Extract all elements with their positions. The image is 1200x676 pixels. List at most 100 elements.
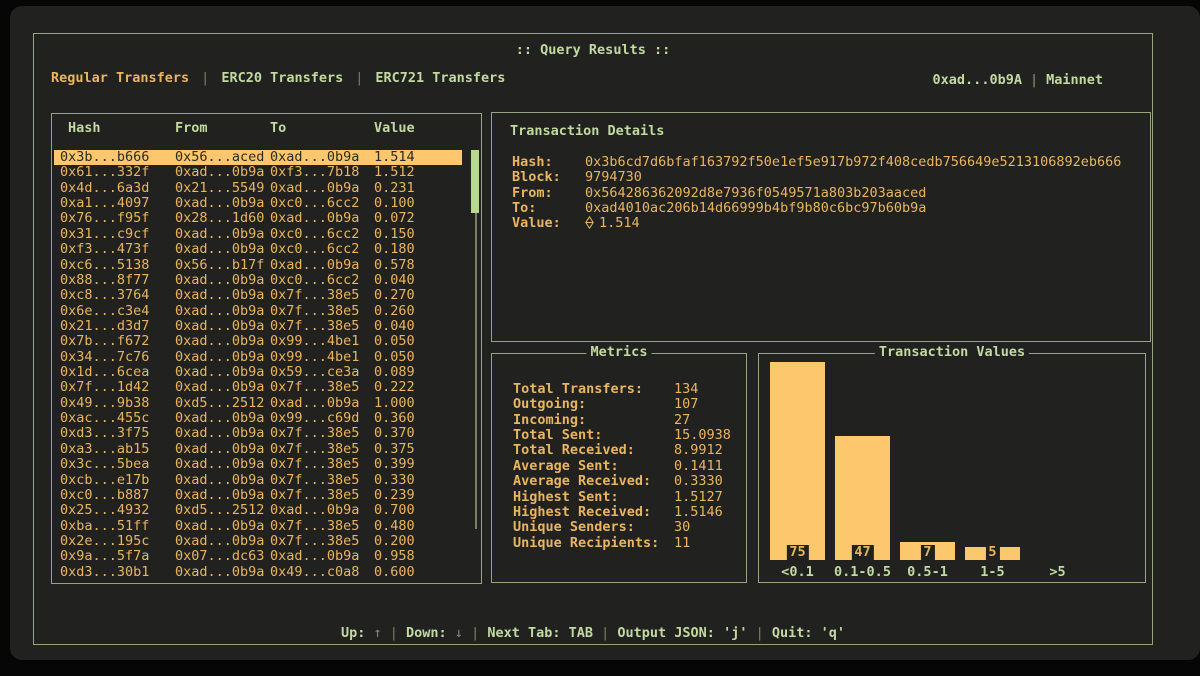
metric-label: Average Received: (513, 474, 651, 489)
metric-value: 1.5127 (674, 490, 723, 505)
x-axis-label: 0.1-0.5 (834, 565, 891, 580)
cell-value: 0.100 (374, 196, 415, 211)
metric-total-sent: Total Sent:15.0938 (513, 428, 740, 443)
tab-bar: Regular Transfers | ERC20 Transfers | ERC721… (51, 71, 505, 86)
table-row[interactable]: 0xa1...40970xad...0b9a0xc0...6cc20.100 (54, 196, 462, 211)
cell-hash: 0xba...51ff (60, 519, 149, 534)
details-fields: Hash:0x3b6cd7d6bfaf163792f50e1ef5e917b97… (512, 155, 1140, 232)
cell-from: 0xad...0b9a (175, 365, 264, 380)
cell-to: 0x7f...38e5 (270, 288, 359, 303)
cell-value: 0.600 (374, 565, 415, 580)
footer-key-output-json: 'j' (723, 625, 747, 641)
metric-value: 11 (674, 536, 690, 551)
table-row[interactable]: 0x25...49320xd5...25120xad...0b9a0.700 (54, 503, 462, 518)
table-row[interactable]: 0x76...f95f0x28...1d600xad...0b9a0.072 (54, 211, 462, 226)
table-row[interactable]: 0x4d...6a3d0x21...55490xad...0b9a0.231 (54, 181, 462, 196)
table-row[interactable]: 0x7b...f6720xad...0b9a0x99...4be10.050 (54, 334, 462, 349)
table-row[interactable]: 0x31...c9cf0xad...0b9a0xc0...6cc20.150 (54, 227, 462, 242)
footer-hint-quit: Quit: (772, 625, 821, 641)
transfers-table-panel: HashFromToValue 0x3b...b6660x56...aced0x… (51, 113, 482, 584)
cell-value: 0.399 (374, 457, 415, 472)
footer-hint-down: Down: (406, 625, 455, 641)
table-row[interactable]: 0xac...455c0xad...0b9a0x99...c69d0.360 (54, 411, 462, 426)
transaction-details-panel: Transaction Details Hash:0x3b6cd7d6bfaf1… (491, 112, 1151, 342)
table-row[interactable]: 0x3c...5bea0xad...0b9a0x7f...38e50.399 (54, 457, 462, 472)
tab-erc20-transfers[interactable]: ERC20 Transfers (221, 71, 343, 86)
table-row[interactable]: 0x49...9b380xd5...25120xad...0b9a1.000 (54, 396, 462, 411)
cell-value: 1.514 (374, 150, 415, 165)
table-row[interactable]: 0x2e...195c0xad...0b9a0x7f...38e50.200 (54, 534, 462, 549)
cell-to: 0x7f...38e5 (270, 304, 359, 319)
tab-regular-transfers[interactable]: Regular Transfers (51, 71, 189, 86)
metric-value: 30 (674, 520, 690, 535)
metric-label: Unique Senders: (513, 520, 635, 535)
tab-separator: | (355, 71, 363, 86)
cell-from: 0xad...0b9a (175, 488, 264, 503)
table-row[interactable]: 0x21...d3d70xad...0b9a0x7f...38e50.040 (54, 319, 462, 334)
page-title: :: Query Results :: (34, 43, 1152, 58)
metric-value: 0.3330 (674, 474, 723, 489)
table-row[interactable]: 0x7f...1d420xad...0b9a0x7f...38e50.222 (54, 380, 462, 395)
cell-from: 0xad...0b9a (175, 319, 264, 334)
cell-hash: 0x3c...5bea (60, 457, 149, 472)
keyboard-hints-bar: Up: ↑ | Down: ↓ | Next Tab: TAB | Output… (34, 626, 1152, 641)
cell-to: 0xad...0b9a (270, 181, 359, 196)
table-row[interactable]: 0x34...7c760xad...0b9a0x99...4be10.050 (54, 350, 462, 365)
cell-from: 0x56...b17f (175, 258, 264, 273)
table-rows: 0x3b...b6660x56...aced0xad...0b9a1.5140x… (54, 150, 462, 580)
scrollbar-thumb[interactable] (471, 150, 479, 213)
cell-hash: 0xc8...3764 (60, 288, 149, 303)
table-row[interactable]: 0xd3...3f750xad...0b9a0x7f...38e50.370 (54, 426, 462, 441)
bar-value-label: 47 (851, 545, 873, 560)
tab-separator: | (201, 71, 209, 86)
metrics-panel: Metrics Total Transfers:134Outgoing:107I… (491, 353, 747, 583)
cell-from: 0xad...0b9a (175, 565, 264, 580)
footer-key-quit: 'q' (821, 625, 845, 641)
table-row[interactable]: 0x61...332f0xad...0b9a0xf3...7b181.512 (54, 165, 462, 180)
cell-to: 0xf3...7b18 (270, 165, 359, 180)
table-row[interactable]: 0xf3...473f0xad...0b9a0xc0...6cc20.180 (54, 242, 462, 257)
table-row[interactable]: 0x3b...b6660x56...aced0xad...0b9a1.514 (54, 150, 462, 165)
cell-to: 0x7f...38e5 (270, 534, 359, 549)
table-row[interactable]: 0xc6...51380x56...b17f0xad...0b9a0.578 (54, 258, 462, 273)
table-row[interactable]: 0xa3...ab150xad...0b9a0x7f...38e50.375 (54, 442, 462, 457)
metric-value: 134 (674, 382, 698, 397)
cell-value: 0.050 (374, 350, 415, 365)
footer-separator: | (593, 625, 617, 641)
cell-from: 0xad...0b9a (175, 457, 264, 472)
bar-0-1 (770, 362, 825, 560)
table-row[interactable]: 0xba...51ff0xad...0b9a0x7f...38e50.480 (54, 519, 462, 534)
table-row[interactable]: 0xcb...e17b0xad...0b9a0x7f...38e50.330 (54, 473, 462, 488)
cell-hash: 0xc0...b887 (60, 488, 149, 503)
table-row[interactable]: 0xc8...37640xad...0b9a0x7f...38e50.270 (54, 288, 462, 303)
cell-from: 0xad...0b9a (175, 288, 264, 303)
footer-key-next-tab: TAB (569, 625, 593, 641)
table-row[interactable]: 0x6e...c3e40xad...0b9a0x7f...38e50.260 (54, 304, 462, 319)
metric-label: Outgoing: (513, 397, 586, 412)
cell-value: 0.700 (374, 503, 415, 518)
table-row[interactable]: 0x1d...6cea0xad...0b9a0x59...ce3a0.089 (54, 365, 462, 380)
cell-from: 0xad...0b9a (175, 227, 264, 242)
cell-to: 0x7f...38e5 (270, 380, 359, 395)
detail-label: Block: (512, 170, 561, 185)
table-row[interactable]: 0x88...8f770xad...0b9a0xc0...6cc20.040 (54, 273, 462, 288)
cell-hash: 0xac...455c (60, 411, 149, 426)
metric-label: Total Transfers: (513, 382, 643, 397)
cell-to: 0x49...c0a8 (270, 565, 359, 580)
cell-hash: 0x61...332f (60, 165, 149, 180)
table-row[interactable]: 0xc0...b8870xad...0b9a0x7f...38e50.239 (54, 488, 462, 503)
cell-to: 0x59...ce3a (270, 365, 359, 380)
table-row[interactable]: 0x9a...5f7a0x07...dc630xad...0b9a0.958 (54, 549, 462, 564)
table-row[interactable]: 0xd3...30b10xad...0b9a0x49...c0a80.600 (54, 565, 462, 580)
metric-label: Highest Sent: (513, 490, 619, 505)
cell-hash: 0x7b...f672 (60, 334, 149, 349)
cell-hash: 0x49...9b38 (60, 396, 149, 411)
footer-key-down: ↓ (455, 625, 463, 641)
cell-value: 0.578 (374, 258, 415, 273)
cell-value: 0.040 (374, 273, 415, 288)
x-axis-label: <0.1 (781, 565, 814, 580)
x-axis-label: >5 (1049, 565, 1065, 580)
cell-hash: 0x88...8f77 (60, 273, 149, 288)
cell-hash: 0xd3...3f75 (60, 426, 149, 441)
tab-erc721-transfers[interactable]: ERC721 Transfers (375, 71, 505, 86)
